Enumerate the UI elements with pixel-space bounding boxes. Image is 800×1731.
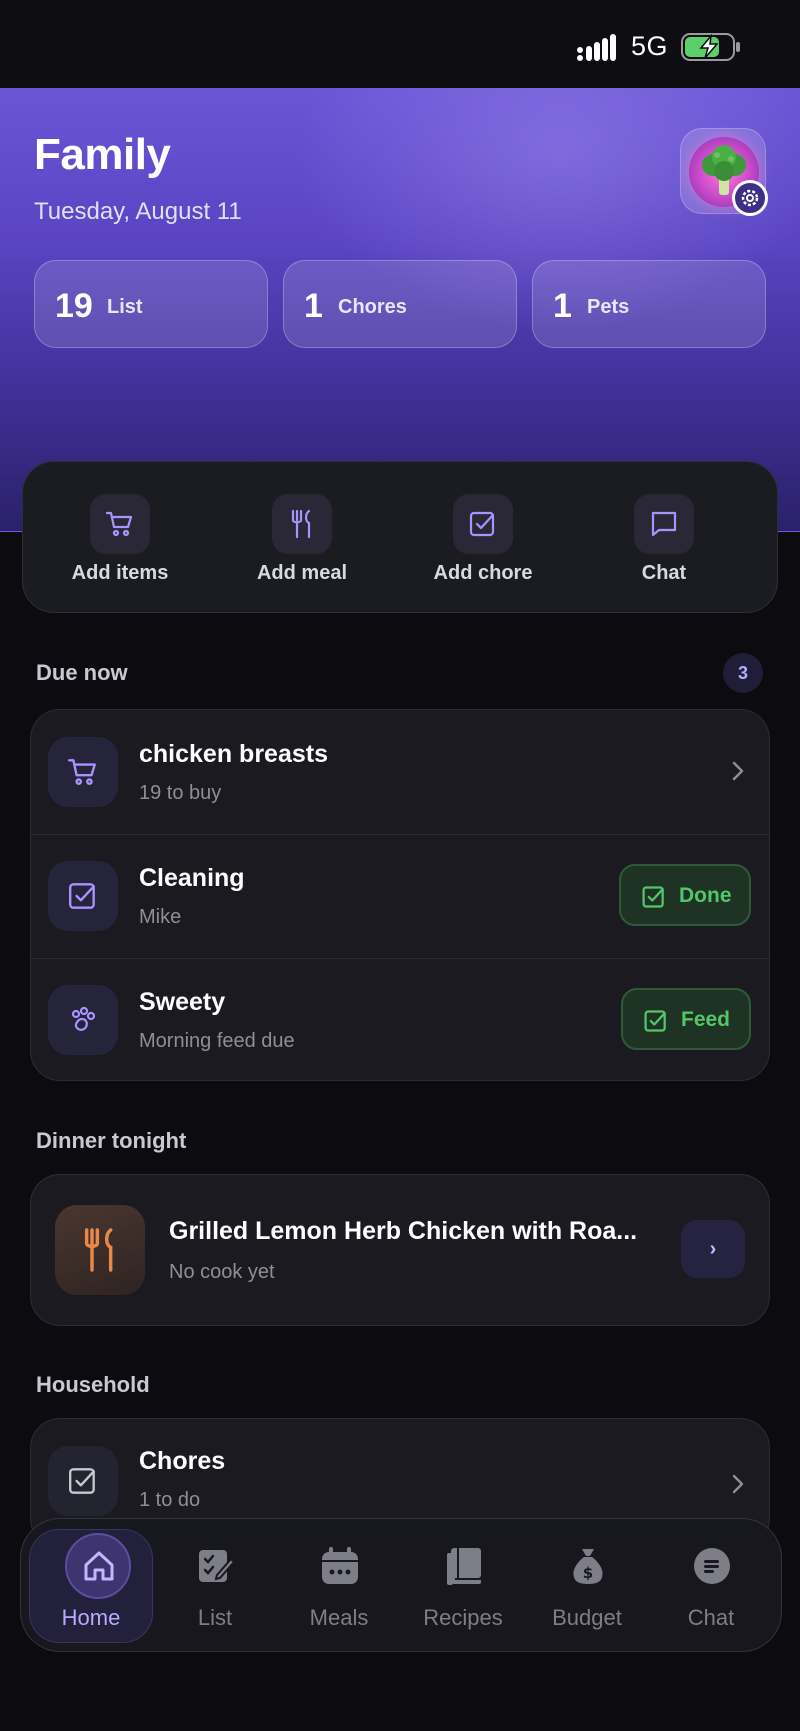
home-icon-circle [65, 1533, 131, 1599]
current-date: Tuesday, August 11 [34, 198, 242, 225]
chevron-right-icon [732, 761, 744, 781]
network-type: 5G [631, 31, 669, 61]
due-item-groceries[interactable]: chicken breasts 19 to buy [31, 710, 769, 834]
meal-subtitle: No cook yet [169, 1261, 275, 1283]
tab-label: Meals [309, 1605, 369, 1630]
fork-knife-icon [84, 1228, 113, 1272]
battery-charging-icon [681, 33, 740, 61]
add-items-label: Add items [71, 562, 169, 584]
tab-budget[interactable]: $ Budget [525, 1519, 649, 1653]
meal-thumbnail [55, 1205, 145, 1295]
tab-list[interactable]: List [153, 1519, 277, 1653]
meal-title: Grilled Lemon Herb Chicken with Roa... [169, 1217, 638, 1245]
icon-tile [90, 494, 150, 554]
money-bag-icon: $ [573, 1549, 603, 1584]
item-title: chicken breasts [139, 740, 328, 768]
signal-icon [577, 34, 616, 61]
stat-value: 19 [55, 287, 93, 325]
tab-label: List [197, 1605, 233, 1630]
feed-label: Feed [681, 1008, 731, 1031]
feed-button[interactable]: Feed [621, 988, 751, 1050]
household-heading: Household [36, 1372, 150, 1397]
done-label: Done [679, 884, 732, 907]
open-meal-button[interactable]: › [681, 1220, 745, 1278]
due-now-heading: Due now [36, 660, 128, 685]
list-icon [199, 1550, 236, 1582]
check-square-icon [644, 1010, 666, 1032]
due-item-chore[interactable]: Cleaning Mike Done [31, 834, 769, 958]
due-item-pet[interactable]: Sweety Morning feed due Feed [31, 958, 769, 1080]
stat-label: Pets [587, 296, 630, 318]
icon-tile [48, 985, 118, 1055]
household-avatar-button[interactable] [680, 128, 768, 216]
tab-label: Budget [552, 1605, 622, 1630]
quick-actions-panel: Add items Add meal Add chore Chat [22, 461, 778, 613]
svg-text:$: $ [583, 1564, 593, 1582]
item-subtitle: 19 to buy [139, 782, 222, 804]
checkbox-icon [69, 883, 95, 909]
paw-icon [71, 1006, 96, 1031]
due-count-badge: 3 [723, 653, 763, 693]
stat-label: List [107, 296, 143, 318]
tab-recipes[interactable]: Recipes [401, 1519, 525, 1653]
chat-bubble-icon [651, 511, 677, 537]
check-square-icon [642, 886, 664, 908]
tab-label: Home [61, 1605, 121, 1630]
item-subtitle: Morning feed due [139, 1030, 295, 1052]
book-icon [447, 1548, 481, 1585]
dinner-heading: Dinner tonight [36, 1128, 187, 1153]
add-meal-button[interactable]: Add meal [212, 462, 392, 614]
status-bar: 5G [0, 0, 800, 88]
settings-badge[interactable] [732, 180, 768, 216]
gear-icon [741, 189, 759, 207]
dinner-card[interactable]: Grilled Lemon Herb Chicken with Roa... N… [30, 1174, 770, 1326]
stat-card-pets[interactable]: 1 Pets [532, 260, 766, 348]
chat-label: Chat [641, 562, 687, 584]
stat-card-chores[interactable]: 1 Chores [283, 260, 517, 348]
icon-tile [48, 737, 118, 807]
item-title: Sweety [139, 988, 226, 1016]
icon-tile [272, 494, 332, 554]
bottom-tab-bar: Home List Meals Recipes $ Budget Chat [20, 1518, 782, 1652]
icon-tile [48, 1446, 118, 1516]
icon-tile [453, 494, 513, 554]
tab-meals[interactable]: Meals [277, 1519, 401, 1653]
chevron-right-icon [732, 1474, 744, 1494]
done-button[interactable]: Done [619, 864, 751, 926]
chores-title: Chores [139, 1447, 226, 1475]
add-meal-label: Add meal [256, 562, 348, 584]
stat-card-list[interactable]: 19 List [34, 260, 268, 348]
page-title: Family [34, 130, 171, 179]
due-now-card: chicken breasts 19 to buy Cleaning Mike … [30, 709, 770, 1081]
cart-icon [67, 759, 96, 785]
icon-tile [634, 494, 694, 554]
checkbox-icon [469, 511, 495, 537]
cart-icon [105, 511, 133, 537]
tab-chat[interactable]: Chat [649, 1519, 773, 1653]
stat-value: 1 [553, 287, 572, 325]
add-chore-button[interactable]: Add chore [393, 462, 573, 614]
checkbox-icon [69, 1468, 95, 1494]
home-icon [84, 1551, 114, 1581]
icon-tile [48, 861, 118, 931]
calendar-icon [322, 1547, 358, 1584]
fork-knife-icon [291, 509, 311, 539]
chat-button[interactable]: Chat [574, 462, 754, 614]
add-items-button[interactable]: Add items [30, 462, 210, 614]
chores-subtitle: 1 to do [139, 1489, 201, 1511]
tab-label: Chat [687, 1605, 735, 1630]
item-title: Cleaning [139, 864, 245, 892]
tab-home[interactable]: Home [29, 1519, 153, 1653]
add-chore-label: Add chore [433, 562, 533, 584]
item-subtitle: Mike [139, 906, 182, 928]
stat-label: Chores [338, 296, 407, 318]
chat-icon [694, 1548, 730, 1584]
tab-label: Recipes [423, 1605, 503, 1630]
stat-value: 1 [304, 287, 323, 325]
